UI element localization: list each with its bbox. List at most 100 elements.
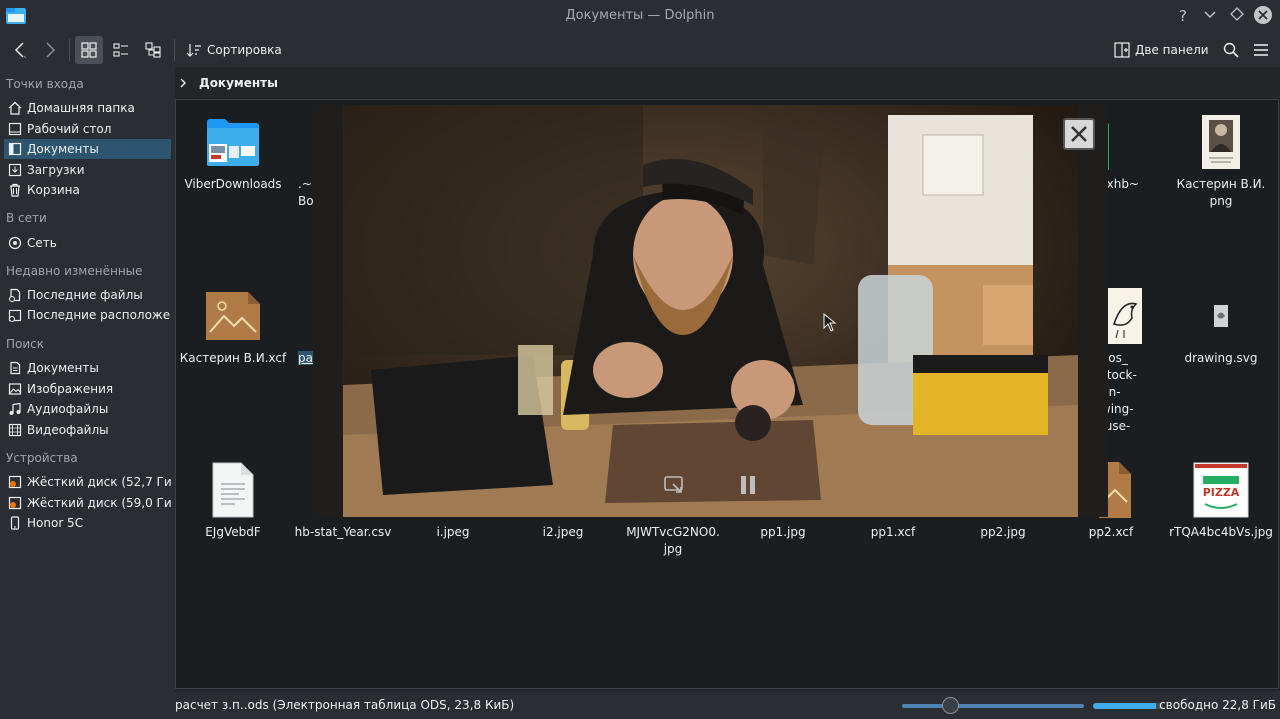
- title-bar: Документы — Dolphin ?: [0, 0, 1280, 33]
- file-item[interactable]: Кастерин В.И.xcf: [178, 286, 288, 367]
- video-preview-popup[interactable]: [313, 105, 1108, 517]
- compact-view-icon: [113, 43, 128, 57]
- file-item[interactable]: drawing.svg: [1166, 286, 1276, 367]
- sidebar-item-label: Документы: [27, 142, 99, 156]
- icons-view-button[interactable]: [75, 36, 103, 64]
- file-item[interactable]: EJgVebdF: [178, 460, 288, 541]
- home-icon: [8, 101, 22, 115]
- sidebar-item-label: Документы: [27, 361, 99, 375]
- text-file-icon: [212, 462, 254, 518]
- grid-view-icon: [81, 42, 97, 58]
- sidebar-item-downloads[interactable]: Загрузки: [4, 160, 171, 180]
- search-button[interactable]: [1218, 36, 1244, 64]
- chevron-left-icon: [14, 42, 27, 59]
- chevron-right-icon[interactable]: [177, 77, 189, 89]
- breadcrumb-current[interactable]: Документы: [199, 76, 278, 90]
- sidebar-item-home[interactable]: Домашняя папка: [4, 98, 171, 118]
- help-icon[interactable]: ?: [1172, 5, 1194, 27]
- minimize-icon[interactable]: [1199, 5, 1221, 27]
- forward-button[interactable]: [38, 36, 62, 64]
- zoom-slider-track[interactable]: [902, 704, 1084, 708]
- hard-disk-icon: [8, 496, 22, 510]
- sidebar-item-search-video[interactable]: Видеофайлы: [4, 420, 171, 440]
- sidebar-item-documents[interactable]: Документы: [4, 139, 171, 159]
- fullscreen-icon[interactable]: [663, 474, 685, 496]
- sidebar-item-label: Корзина: [27, 183, 80, 197]
- sidebar-item-disk-1[interactable]: Жёсткий диск (52,7 ГиБ): [4, 472, 171, 492]
- recent-locations-icon: [8, 309, 22, 322]
- free-space-label: свободно 22,8 ГиБ: [1159, 698, 1276, 712]
- sidebar-item-phone[interactable]: Honor 5C: [4, 513, 171, 533]
- close-window-icon[interactable]: [1252, 5, 1274, 27]
- sidebar-item-search-audio[interactable]: Аудиофайлы: [4, 399, 171, 419]
- file-name: pp2.xcf: [1088, 525, 1134, 539]
- documents-icon: [8, 142, 22, 156]
- sidebar-item-label: Сеть: [27, 236, 57, 250]
- hard-disk-icon: [8, 475, 22, 489]
- file-name: rTQA4bc4bVs.jpg: [1169, 525, 1273, 539]
- close-icon: [1071, 126, 1087, 142]
- sidebar-item-recent-locations[interactable]: Последние расположения: [4, 305, 171, 325]
- video-frame[interactable]: [343, 105, 1078, 517]
- file-item[interactable]: PIZZA rTQA4bc4bVs.jpg: [1166, 460, 1276, 541]
- toolbar-separator: [69, 39, 70, 61]
- folder-icon: [207, 119, 259, 166]
- file-name: hb-stat_Year.csv: [294, 525, 392, 539]
- file-name: ViberDownloads: [184, 177, 282, 191]
- sidebar-item-disk-2[interactable]: Жёсткий диск (59,0 ГиБ): [4, 493, 171, 513]
- file-name: i2.jpeg: [542, 525, 584, 539]
- phone-icon: [10, 516, 20, 530]
- audio-icon: [9, 402, 21, 415]
- xcf-image-icon: [206, 292, 260, 340]
- sidebar-item-network[interactable]: Сеть: [4, 233, 171, 253]
- sidebar-item-label: Рабочий стол: [27, 122, 112, 136]
- file-name: drawing.svg: [1184, 351, 1258, 365]
- maximize-icon[interactable]: [1226, 5, 1248, 27]
- sidebar-item-search-documents[interactable]: Документы: [4, 358, 171, 378]
- sort-icon: [186, 44, 201, 57]
- video-controls: [631, 470, 791, 500]
- section-title-search: Поиск: [6, 337, 45, 351]
- sidebar-item-label: Жёсткий диск (59,0 ГиБ): [27, 496, 171, 510]
- back-button[interactable]: [8, 36, 32, 64]
- network-icon: [8, 236, 22, 250]
- file-name: Кастерин В.И. png: [1176, 177, 1266, 208]
- file-item[interactable]: ViberDownloads: [178, 112, 288, 193]
- places-panel: Точки входа Домашняя папка Рабочий стол …: [0, 67, 175, 710]
- sort-button[interactable]: Сортировка: [182, 36, 286, 64]
- status-selection-info: расчет з.п..ods (Электронная таблица ODS…: [175, 698, 515, 712]
- zoom-slider-handle[interactable]: [942, 697, 959, 714]
- sidebar-item-label: Изображения: [27, 382, 114, 396]
- mouse-cursor-icon: [823, 313, 837, 332]
- split-view-button[interactable]: Две панели: [1110, 36, 1214, 64]
- document-search-icon: [10, 361, 21, 375]
- details-view-button[interactable]: [139, 36, 167, 64]
- sidebar-item-search-images[interactable]: Изображения: [4, 379, 171, 399]
- toolbar: Сортировка Две панели: [0, 33, 1280, 67]
- section-title-devices: Устройства: [6, 451, 78, 465]
- pause-icon[interactable]: [737, 474, 759, 496]
- file-name: Кастерин В.И.xcf: [179, 351, 287, 365]
- sidebar-item-label: Последние расположения: [27, 308, 171, 322]
- breadcrumb: Документы: [175, 67, 1280, 99]
- recent-files-icon: [9, 288, 21, 302]
- bird-image-icon: [1108, 288, 1142, 344]
- image-search-icon: [8, 383, 22, 395]
- section-title-network: В сети: [6, 211, 47, 225]
- sidebar-item-desktop[interactable]: Рабочий стол: [4, 119, 171, 139]
- split-label: Две панели: [1135, 43, 1209, 57]
- preview-close-button[interactable]: [1063, 118, 1095, 150]
- tree-view-icon: [145, 42, 161, 58]
- sidebar-item-trash[interactable]: Корзина: [4, 180, 171, 200]
- file-name: i.jpeg: [436, 525, 470, 539]
- sidebar-item-recent-files[interactable]: Последние файлы: [4, 285, 171, 305]
- sidebar-item-label: Загрузки: [27, 163, 85, 177]
- file-item[interactable]: Кастерин В.И. png: [1166, 112, 1276, 210]
- compact-view-button[interactable]: [107, 36, 135, 64]
- status-bar: расчет з.п..ods (Электронная таблица ODS…: [0, 692, 1280, 719]
- search-icon: [1223, 42, 1239, 58]
- file-name: EJgVebdF: [205, 525, 261, 539]
- disk-space-fill: [1093, 703, 1156, 709]
- menu-button[interactable]: [1248, 36, 1274, 64]
- toolbar-separator: [174, 39, 175, 61]
